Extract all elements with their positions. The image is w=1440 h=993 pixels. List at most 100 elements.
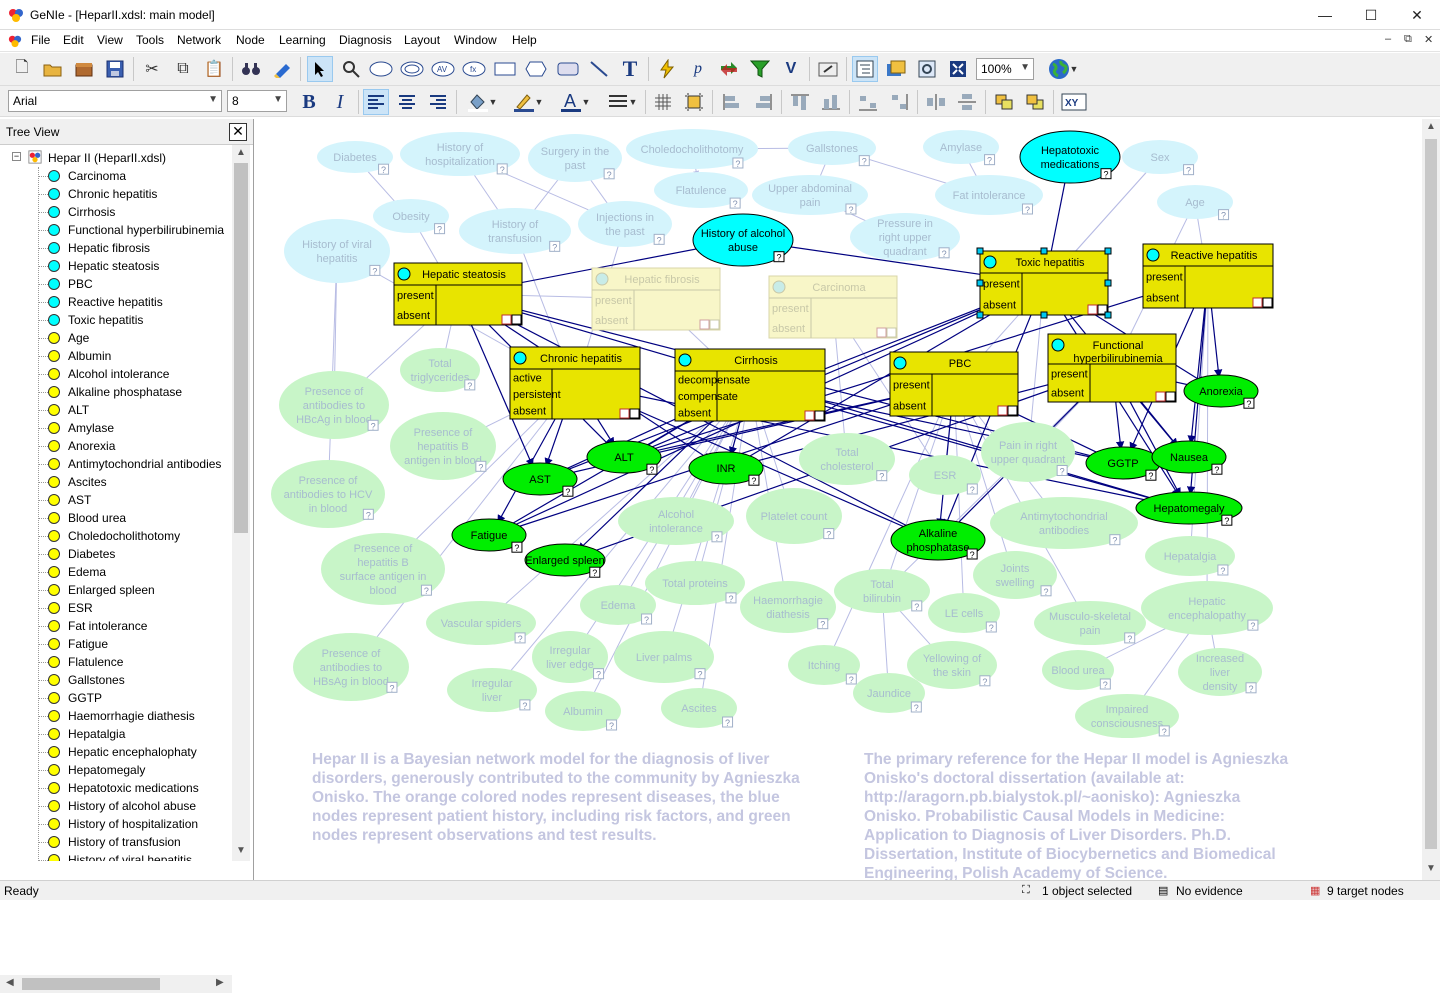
fit-window-icon[interactable] <box>945 56 971 82</box>
disease-hepatic-steatosis[interactable]: Hepatic steatosis present absent <box>393 262 523 326</box>
tree-view-toggle-icon[interactable] <box>852 56 878 82</box>
menu-node[interactable]: Node <box>236 33 265 47</box>
tree-item[interactable]: Age <box>38 329 232 347</box>
tree-item[interactable]: Fatigue <box>38 635 232 653</box>
bring-to-front-icon[interactable] <box>991 89 1017 115</box>
node-esr[interactable]: ESR? <box>909 455 981 495</box>
node-presence-of-antibodies-to-hbsag-in-blood[interactable]: Presence of antibodies to HBsAg in blood? <box>293 633 409 701</box>
tree-item[interactable]: Hepatalgia <box>38 725 232 743</box>
menu-help[interactable]: Help <box>512 33 537 47</box>
node-flatulence[interactable]: Flatulence? <box>654 172 748 209</box>
node-presence-of-hepatitis-b-antigen-in-blood[interactable]: Presence of hepatitis B antigen in blood? <box>390 412 496 480</box>
cut-icon[interactable]: ✂ <box>139 56 165 82</box>
node-hepatic-encephalopathy[interactable]: Hepatic encephalopathy? <box>1141 581 1273 635</box>
fill-color-icon[interactable]: ▼ <box>462 89 502 115</box>
tree-item[interactable]: Carcinoma <box>38 167 232 185</box>
node-gallstones[interactable]: Gallstones? <box>788 131 876 167</box>
tree-item[interactable]: Chronic hepatitis <box>38 185 232 203</box>
case-manager-icon[interactable] <box>883 56 909 82</box>
tree-item[interactable]: Amylase <box>38 419 232 437</box>
noisy-max-node-icon[interactable]: AV <box>430 56 456 82</box>
canvas-vertical-scrollbar[interactable]: ▲ ▼ <box>1422 119 1440 880</box>
zoom-select[interactable]: 100% ▼ <box>976 58 1034 80</box>
font-family-select[interactable]: Arial ▼ <box>8 90 222 112</box>
submodel-up-icon[interactable] <box>815 56 841 82</box>
tree-item[interactable]: Hepatic steatosis <box>38 257 232 275</box>
scroll-up-icon[interactable]: ▲ <box>236 147 246 158</box>
node-total-triglycerides[interactable]: Total triglycerides? <box>400 348 480 392</box>
node-diabetes[interactable]: Diabetes? <box>317 141 393 175</box>
align-left-icon[interactable] <box>363 89 389 115</box>
node-fatigue[interactable]: Fatigue? <box>451 518 527 553</box>
node-increased-liver-density[interactable]: Increased liver density? <box>1178 648 1262 696</box>
new-file-icon[interactable]: 🗋 <box>9 56 35 82</box>
node-liver-palms[interactable]: Liver palms? <box>614 631 714 683</box>
canvas-scroll-thumb[interactable] <box>1425 139 1437 849</box>
menu-network[interactable]: Network <box>177 33 221 47</box>
tree-horizontal-scrollbar[interactable]: ◀ ▶ <box>0 975 232 993</box>
node-ast[interactable]: AST? <box>502 462 578 497</box>
tree-item[interactable]: Antimytochondrial antibodies <box>38 455 232 473</box>
node-joints-swelling[interactable]: Joints swelling? <box>973 551 1057 599</box>
send-to-back-icon[interactable] <box>1022 89 1048 115</box>
disease-functional-hyperbilirubinemia[interactable]: Functionalhyperbilirubinemia present absen… <box>1047 333 1177 403</box>
node-platelet-count[interactable]: Platelet count? <box>746 488 842 544</box>
decision-node-icon[interactable] <box>492 56 518 82</box>
paste-icon[interactable]: 📋 <box>201 56 227 82</box>
tree-item[interactable]: Alkaline phosphatase <box>38 383 232 401</box>
minimize-button[interactable]: — <box>1302 0 1348 30</box>
snap-icon[interactable] <box>681 89 707 115</box>
grid-icon[interactable] <box>650 89 676 115</box>
xy-coordinates-icon[interactable]: XY <box>1059 89 1089 115</box>
tree-item[interactable]: PBC <box>38 275 232 293</box>
tree-item[interactable]: Anorexia <box>38 437 232 455</box>
node-alkaline-phosphatase[interactable]: Alkaline phosphatase? <box>890 519 986 561</box>
line-color-icon[interactable]: ▼ <box>508 89 548 115</box>
tree-close-button[interactable]: ✕ <box>229 123 247 141</box>
node-jaundice[interactable]: Jaundice? <box>853 673 925 713</box>
node-albumin[interactable]: Albumin? <box>545 691 621 731</box>
italic-icon[interactable]: I <box>327 89 353 115</box>
utility-node-icon[interactable] <box>523 56 549 82</box>
eraser-icon[interactable] <box>269 56 295 82</box>
value-of-info-icon[interactable]: V <box>778 56 804 82</box>
document-icon[interactable] <box>8 34 22 48</box>
node-pressure-in-right-upper-quadrant[interactable]: Pressure in right upper quadrant? <box>850 213 960 261</box>
node-yellowing-of-the-skin[interactable]: Yellowing of the skin? <box>907 641 997 689</box>
deterministic-node-icon[interactable] <box>399 56 425 82</box>
menu-file[interactable]: File <box>31 33 50 47</box>
tree-item[interactable]: History of hospitalization <box>38 815 232 833</box>
line-width-icon[interactable]: ▼ <box>603 89 641 115</box>
tree-item[interactable]: ALT <box>38 401 232 419</box>
disease-pbc[interactable]: PBC present absent <box>889 351 1019 417</box>
node-vascular-spiders[interactable]: Vascular spiders? <box>426 601 536 645</box>
node-amylase[interactable]: Amylase? <box>923 130 999 166</box>
node-surgery-in-the-past[interactable]: Surgery in the past? <box>528 134 622 182</box>
menu-view[interactable]: View <box>97 33 123 47</box>
tree-item[interactable]: Functional hyperbilirubinemia <box>38 221 232 239</box>
tree-hscroll-thumb[interactable] <box>22 978 160 990</box>
tree-item[interactable]: History of viral hepatitis <box>38 851 232 861</box>
tree-item[interactable]: Reactive hepatitis <box>38 293 232 311</box>
open-repository-icon[interactable] <box>71 56 97 82</box>
space-vertical-icon[interactable] <box>886 89 912 115</box>
node-history-of-viral-hepatitis[interactable]: History of viral hepatitis? <box>284 219 390 283</box>
distribute-vertical-icon[interactable] <box>954 89 980 115</box>
node-hepatotoxic-medications[interactable]: Hepatotoxic medications? <box>1019 130 1121 184</box>
tree-item[interactable]: ESR <box>38 599 232 617</box>
tree-item[interactable]: Flatulence <box>38 653 232 671</box>
tree-item[interactable]: Blood urea <box>38 509 232 527</box>
menu-edit[interactable]: Edit <box>63 33 84 47</box>
node-enlarged-spleen[interactable]: Enlarged spleen? <box>524 543 606 578</box>
align-right-nodes-icon[interactable] <box>750 89 776 115</box>
node-inr[interactable]: INR? <box>688 451 764 486</box>
node-fat-intolerance[interactable]: Fat intolerance? <box>935 175 1043 215</box>
node-ascites[interactable]: Ascites? <box>661 688 737 728</box>
node-alt[interactable]: ALT? <box>586 440 662 475</box>
selection-handle[interactable] <box>976 247 984 255</box>
node-sex[interactable]: Sex? <box>1122 140 1198 176</box>
mdi-restore-button[interactable]: ⧉ <box>1404 33 1412 46</box>
bold-icon[interactable]: B <box>296 89 322 115</box>
open-folder-icon[interactable] <box>40 56 66 82</box>
disease-cirrhosis[interactable]: Cirrhosis decompensate compensate absent <box>674 348 826 422</box>
